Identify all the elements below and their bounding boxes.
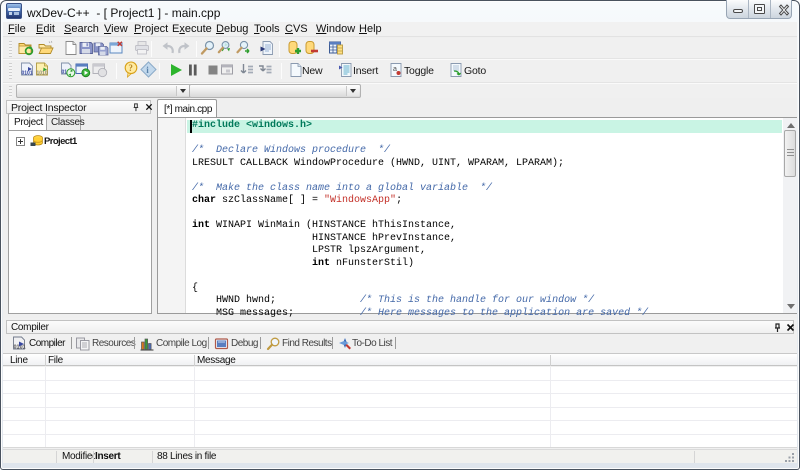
- svg-text:?: ?: [128, 63, 133, 73]
- svg-text:a: a: [393, 66, 397, 73]
- svg-text:1010: 1010: [37, 71, 48, 77]
- svg-text:0101: 0101: [22, 71, 33, 77]
